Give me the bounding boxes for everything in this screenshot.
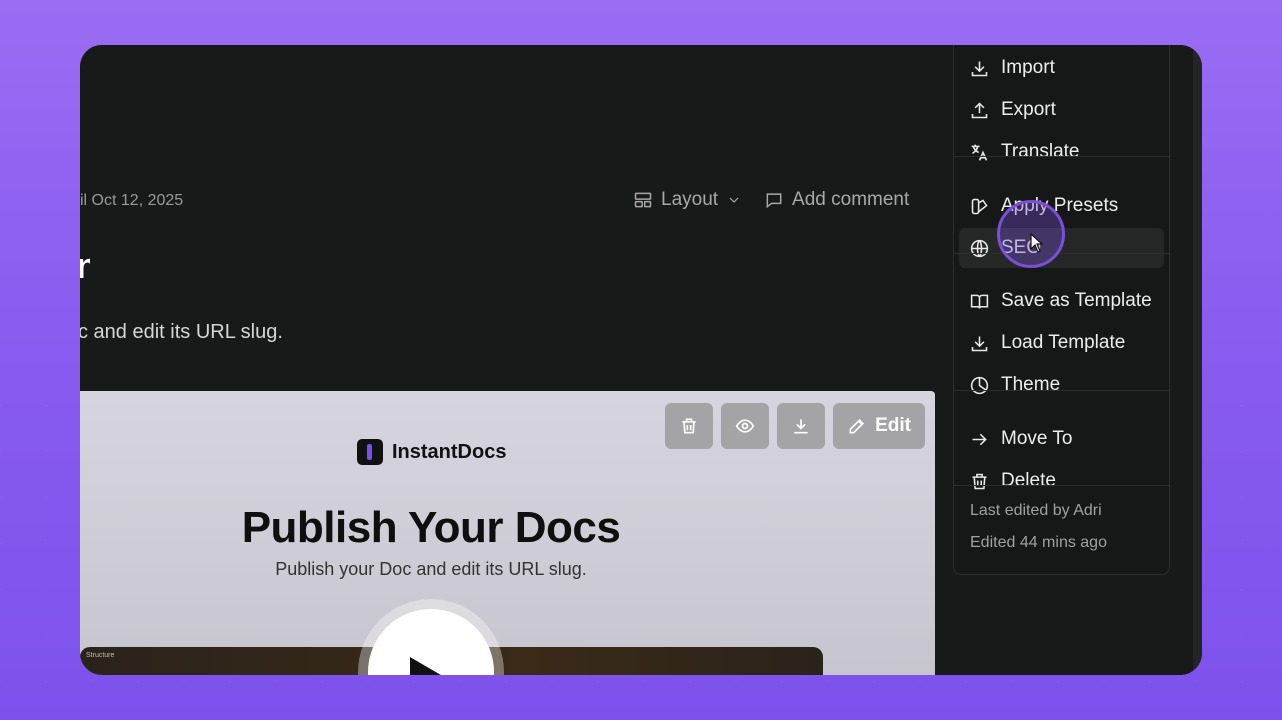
doc-description: c and edit its URL slug.: [80, 321, 283, 343]
scrollbar[interactable]: [1193, 45, 1202, 675]
menu-item-label: Save as Template: [1001, 290, 1152, 311]
layout-label: Layout: [661, 189, 719, 210]
layout-icon: [634, 192, 652, 208]
last-edited-text: Last edited by Adri: [970, 502, 1102, 519]
menu-item-delete[interactable]: Delete: [959, 461, 1164, 501]
media-toolbar: Edit: [665, 403, 925, 449]
book-icon: [970, 294, 989, 309]
mouse-cursor-icon: [1030, 233, 1044, 253]
comment-icon: [766, 193, 782, 209]
menu-separator: [954, 156, 1169, 157]
export-icon: [971, 101, 988, 118]
video-subtitle: Publish your Doc and edit its URL slug.: [275, 559, 587, 579]
eye-icon: [735, 419, 755, 433]
menu-item-label: Export: [1001, 99, 1056, 120]
inner-tab-label: Structure: [86, 652, 115, 659]
doc-options-menu: Import Export Translate Apply Presets SE…: [953, 45, 1170, 575]
menu-item-label: Move To: [1001, 428, 1073, 449]
menu-item-label: Load Template: [1001, 332, 1126, 353]
brand-name: InstantDocs: [392, 440, 507, 463]
play-button[interactable]: [358, 599, 504, 675]
menu-item-save-as-template[interactable]: Save as Template: [959, 281, 1164, 321]
menu-item-label: Import: [1001, 57, 1055, 78]
menu-separator: [954, 485, 1169, 486]
add-comment-label: Add comment: [792, 189, 910, 210]
trash-icon: [682, 418, 696, 434]
menu-item-translate[interactable]: Translate: [959, 132, 1164, 172]
preview-button[interactable]: [721, 403, 770, 449]
brand: InstantDocs: [357, 439, 506, 465]
download-button[interactable]: [777, 403, 826, 449]
menu-item-load-template[interactable]: Load Template: [959, 323, 1164, 363]
layout-dropdown[interactable]: Layout: [633, 189, 742, 211]
instantdocs-logo: [357, 439, 383, 465]
menu-item-theme[interactable]: Theme: [959, 365, 1164, 405]
doc-actions: Layout Add comment: [633, 189, 909, 211]
edit-button[interactable]: Edit: [833, 403, 925, 449]
video-preview[interactable]: InstantDocs Publish Your Docs Publish yo…: [80, 391, 935, 675]
presets-icon: [971, 198, 988, 214]
play-icon: [368, 609, 494, 675]
edit-icon: [849, 418, 865, 434]
download-icon: [971, 336, 988, 351]
doc-title: n: [80, 245, 90, 285]
edited-ago-text: Edited 44 mins ago: [970, 534, 1107, 551]
menu-separator: [954, 253, 1169, 254]
doc-main-area: il Oct 12, 2025 Layout Add comment n c a…: [80, 45, 935, 675]
menu-item-label: Translate: [1001, 141, 1080, 162]
menu-item-label: Delete: [1001, 470, 1056, 491]
trash-icon: [972, 473, 987, 489]
menu-separator: [954, 390, 1169, 391]
doc-date: il Oct 12, 2025: [80, 192, 184, 209]
edit-label: Edit: [875, 415, 911, 436]
import-icon: [971, 61, 988, 76]
menu-item-move-to[interactable]: Move To: [959, 419, 1164, 459]
menu-item-import[interactable]: Import: [959, 48, 1164, 88]
menu-item-label: Theme: [1001, 374, 1061, 395]
add-comment-button[interactable]: Add comment: [764, 189, 909, 211]
arrow-right-icon: [972, 433, 987, 445]
delete-media-button[interactable]: [665, 403, 714, 449]
translate-icon: [971, 144, 988, 161]
globe-icon: [970, 239, 989, 257]
menu-item-export[interactable]: Export: [959, 90, 1164, 130]
pie-icon: [970, 376, 989, 394]
chevron-down-icon: [729, 197, 739, 203]
download-icon: [794, 419, 808, 434]
video-title: Publish Your Docs: [241, 503, 621, 552]
app-window: il Oct 12, 2025 Layout Add comment n c a…: [80, 45, 1202, 675]
